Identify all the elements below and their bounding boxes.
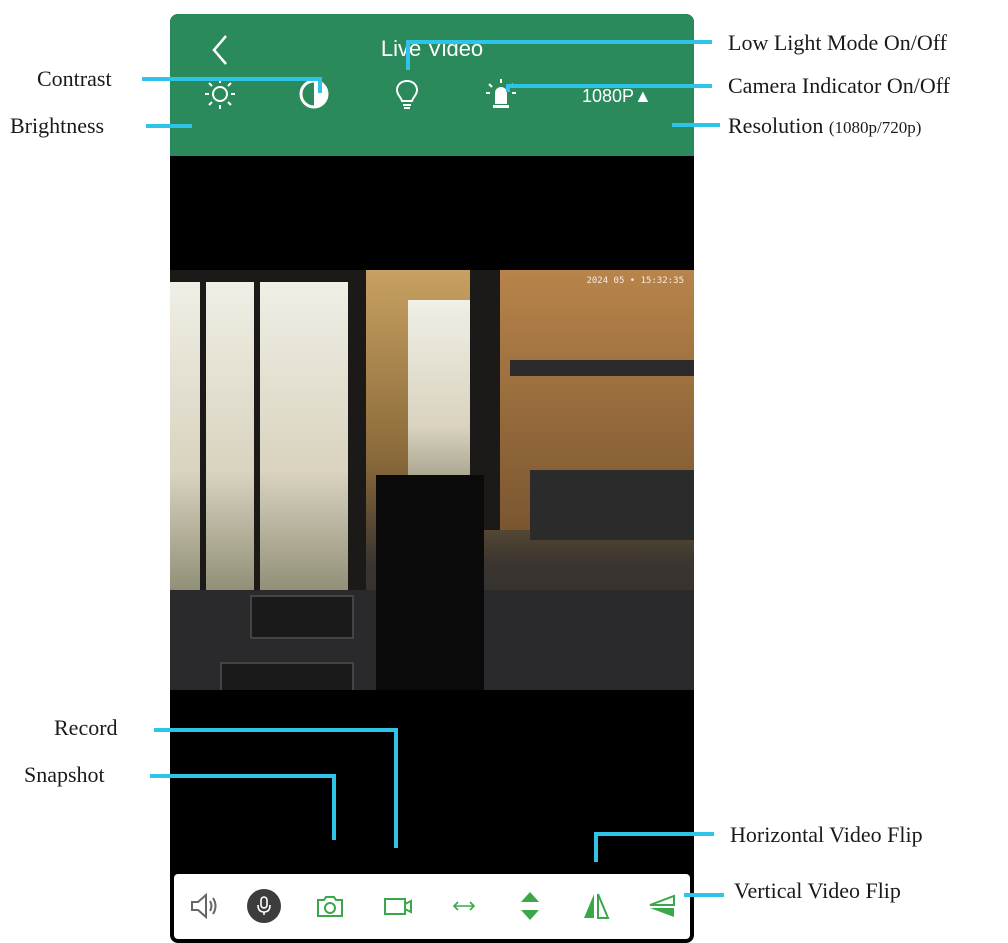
resolution-selector[interactable]: 1080P▲ [582, 82, 662, 110]
camera-indicator-icon [486, 79, 516, 108]
record-button[interactable] [380, 888, 416, 924]
callout-low-light: Low Light Mode On/Off [728, 30, 947, 55]
speaker-icon [191, 892, 217, 920]
video-display-wall [530, 470, 694, 540]
record-video-icon [384, 898, 412, 915]
video-frame-mullion [200, 280, 206, 600]
video-floor-mat [250, 595, 354, 639]
speaker-button[interactable] [186, 888, 222, 924]
page-title: Live Video [380, 36, 484, 61]
snapshot-camera-icon [317, 896, 343, 917]
brightness-button[interactable] [202, 76, 238, 112]
video-floor-mat [220, 662, 354, 690]
pan-horizontal-button[interactable] [446, 888, 482, 924]
video-frame-top [170, 270, 350, 282]
video-timestamp: 2024 05 • 15:32:35 [586, 276, 684, 286]
horizontal-flip-button[interactable] [578, 888, 614, 924]
microphone-icon [247, 889, 281, 923]
callout-contrast: Contrast [37, 66, 112, 91]
callout-record: Record [54, 715, 118, 740]
low-light-button[interactable] [389, 76, 425, 112]
vertical-arrows-icon [521, 892, 539, 920]
callout-vertical-flip: Vertical Video Flip [734, 878, 901, 903]
video-window-left [170, 280, 350, 600]
camera-indicator-button[interactable] [483, 76, 519, 112]
snapshot-button[interactable] [312, 888, 348, 924]
horizontal-flip-icon [584, 893, 610, 919]
video-pillar [348, 270, 366, 610]
phone-screen: Live Video 1080P▲ 2024 05 • 15:32:35 [170, 14, 694, 943]
vertical-flip-icon [649, 894, 675, 917]
microphone-button[interactable] [246, 888, 282, 924]
callout-horizontal-flip: Horizontal Video Flip [730, 822, 923, 847]
horizontal-arrows-icon [452, 901, 476, 911]
callout-snapshot: Snapshot [24, 762, 105, 787]
video-shelf [510, 360, 694, 376]
contrast-button[interactable] [296, 76, 332, 112]
live-video-feed[interactable]: 2024 05 • 15:32:35 [170, 270, 694, 690]
brightness-icon [205, 79, 235, 109]
video-counter [376, 475, 484, 690]
callout-resolution-label: Resolution [728, 113, 824, 138]
video-toolbar [174, 874, 690, 939]
callout-resolution: Resolution (1080p/720p) [728, 113, 921, 139]
contrast-icon [299, 79, 329, 109]
app-header: Live Video 1080P▲ [170, 14, 694, 156]
callout-resolution-detail: (1080p/720p) [828, 118, 922, 137]
callout-brightness: Brightness [10, 113, 105, 138]
video-frame-mullion [254, 280, 260, 600]
callout-camera-indicator: Camera Indicator On/Off [728, 73, 950, 98]
pan-vertical-button[interactable] [512, 888, 548, 924]
lightbulb-icon [395, 79, 419, 109]
vertical-flip-button[interactable] [644, 888, 680, 924]
